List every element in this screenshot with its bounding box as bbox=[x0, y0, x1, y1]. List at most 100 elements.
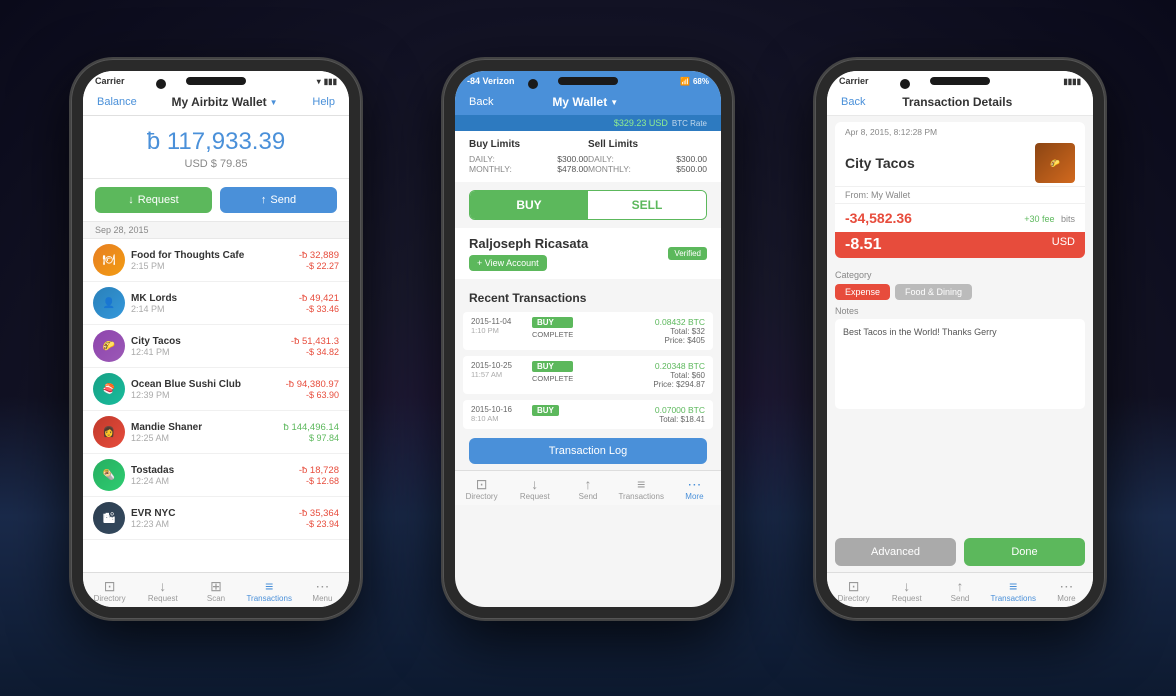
send-button[interactable]: ↑ Send bbox=[220, 187, 337, 213]
tx-info-3: Ocean Blue Sushi Club 12:39 PM bbox=[131, 379, 280, 400]
tx-info-6: EVR NYC 12:23 AM bbox=[131, 508, 293, 529]
tx-item-1[interactable]: 👤 MK Lords 2:14 PM -ƀ 49,421 -$ 33.46 bbox=[83, 282, 349, 325]
nav-request-2[interactable]: ↓ Request bbox=[508, 475, 561, 503]
phone2-bottom-nav: ⊡ Directory ↓ Request ↑ Send ≡ bbox=[455, 470, 721, 505]
tx-avatar-5: 🌯 bbox=[93, 459, 125, 491]
tx-name-1: MK Lords bbox=[131, 293, 293, 304]
detail-section: Apr 8, 2015, 8:12:28 PM City Tacos 🌮 Fro… bbox=[835, 122, 1085, 258]
sell-daily-label: DAILY: bbox=[588, 154, 614, 164]
tx-name-5: Tostadas bbox=[131, 465, 293, 476]
phone1-bottom-nav: ⊡ Directory ↓ Request ⊞ Scan ≡ bbox=[83, 572, 349, 607]
merchant-name: City Tacos bbox=[845, 155, 915, 171]
transaction-log-button[interactable]: Transaction Log bbox=[469, 438, 707, 464]
transactions-icon-2: ≡ bbox=[637, 477, 645, 491]
btc-amounts-2: 0.07000 BTC Total: $18.41 bbox=[655, 405, 705, 424]
nav-more-2[interactable]: ⋯ More bbox=[668, 475, 721, 503]
nav-menu-1[interactable]: ⋯ Menu bbox=[296, 577, 349, 605]
usd-amount: -8.51 bbox=[845, 236, 881, 254]
phone-1-shell: Carrier 10:32 PM ▾ ▮▮▮ Balance My Airbit… bbox=[71, 59, 361, 619]
tx-item-5[interactable]: 🌯 Tostadas 12:24 AM -ƀ 18,728 -$ 12.68 bbox=[83, 454, 349, 497]
tx-time-2: 12:41 PM bbox=[131, 347, 285, 357]
nav-help-link[interactable]: Help bbox=[312, 96, 335, 108]
tx-usd-2: -$ 34.82 bbox=[291, 347, 339, 357]
category-label: Category bbox=[835, 270, 1085, 280]
nav-scan-1[interactable]: ⊞ Scan bbox=[189, 577, 242, 605]
nav-directory-1[interactable]: ⊡ Directory bbox=[83, 577, 136, 605]
nav-request-1[interactable]: ↓ Request bbox=[136, 577, 189, 605]
time-1: 10:32 PM bbox=[201, 76, 240, 86]
tx-item-6[interactable]: 🏙 EVR NYC 12:23 AM -ƀ 35,364 -$ 23.94 bbox=[83, 497, 349, 540]
phone-1-screen: Carrier 10:32 PM ▾ ▮▮▮ Balance My Airbit… bbox=[83, 71, 349, 607]
btc-amounts-0: 0.08432 BTC Total: $32 Price: $405 bbox=[655, 317, 705, 345]
tx-amounts-6: -ƀ 35,364 -$ 23.94 bbox=[299, 508, 339, 529]
advanced-button[interactable]: Advanced bbox=[835, 538, 956, 566]
tx-btc-3: -ƀ 94,380.97 bbox=[286, 379, 339, 390]
merchant-image: 🌮 bbox=[1035, 143, 1075, 183]
nav-transactions-1[interactable]: ≡ Transactions bbox=[243, 577, 296, 605]
page-container: Detailed Transaction History Non-Custodi… bbox=[0, 0, 1176, 696]
nav-more-3[interactable]: ⋯ More bbox=[1040, 577, 1093, 605]
tx-avatar-1: 👤 bbox=[93, 287, 125, 319]
tx-time-1: 2:14 PM bbox=[131, 304, 293, 314]
status-icons-1: ▾ ▮▮▮ bbox=[317, 77, 337, 86]
view-account-button[interactable]: + View Account bbox=[469, 255, 547, 271]
user-section: Raljoseph Ricasata + View Account Verifi… bbox=[455, 228, 721, 279]
done-button[interactable]: Done bbox=[964, 538, 1085, 566]
food-tag[interactable]: Food & Dining bbox=[895, 284, 972, 300]
btc-balance: ƀ 117,933.39 bbox=[91, 128, 341, 156]
tx-avatar-6: 🏙 bbox=[93, 502, 125, 534]
btc-price: $329.23 USD bbox=[614, 118, 668, 128]
tx-item-3[interactable]: 🍣 Ocean Blue Sushi Club 12:39 PM -ƀ 94,3… bbox=[83, 368, 349, 411]
nav-transactions-3[interactable]: ≡ Transactions bbox=[987, 577, 1040, 605]
btc-tx-2[interactable]: 2015-10-16 8:10 AM BUY 0.07000 BTC Total… bbox=[463, 400, 713, 429]
tx-btc-1: -ƀ 49,421 bbox=[299, 293, 339, 304]
tx-info-5: Tostadas 12:24 AM bbox=[131, 465, 293, 486]
sell-monthly-row: MONTHLY: $500.00 bbox=[588, 164, 707, 174]
tx-time-5: 12:24 AM bbox=[131, 476, 293, 486]
tx-time-3: 12:39 PM bbox=[131, 390, 280, 400]
request-icon-3: ↓ bbox=[903, 579, 910, 593]
nav-request-3[interactable]: ↓ Request bbox=[880, 577, 933, 605]
buy-tab[interactable]: BUY bbox=[470, 191, 588, 219]
btc-tx-1[interactable]: 2015-10-25 11:57 AM BUY COMPLETE 0.20348… bbox=[463, 356, 713, 394]
usd-label: USD bbox=[1052, 236, 1075, 254]
nav-back-3[interactable]: Back bbox=[841, 96, 865, 108]
sell-limits-title: Sell Limits bbox=[588, 139, 707, 150]
tx-time-4: 12:25 AM bbox=[131, 433, 278, 443]
sell-tab[interactable]: SELL bbox=[588, 191, 706, 219]
phone-1: Carrier 10:32 PM ▾ ▮▮▮ Balance My Airbit… bbox=[71, 59, 361, 619]
usd-balance: USD $ 79.85 bbox=[91, 158, 341, 170]
status-icons-2: 📶 68% bbox=[680, 77, 709, 86]
buy-daily-row: DAILY: $300.00 bbox=[469, 154, 588, 164]
tx-item-2[interactable]: 🌮 City Tacos 12:41 PM -ƀ 51,431.3 -$ 34.… bbox=[83, 325, 349, 368]
tx-btc-6: -ƀ 35,364 bbox=[299, 508, 339, 519]
nav-title-3: Transaction Details bbox=[902, 95, 1012, 109]
request-button[interactable]: ↓ Request bbox=[95, 187, 212, 213]
tx-usd-6: -$ 23.94 bbox=[299, 519, 339, 529]
sell-monthly-amount: $500.00 bbox=[676, 164, 707, 174]
nav-directory-2[interactable]: ⊡ Directory bbox=[455, 475, 508, 503]
nav-send-2[interactable]: ↑ Send bbox=[561, 475, 614, 503]
wifi-icon: ▾ bbox=[317, 77, 321, 86]
tx-item-0[interactable]: 🍽 Food for Thoughts Cafe 2:15 PM -ƀ 32,8… bbox=[83, 239, 349, 282]
nav-balance-link[interactable]: Balance bbox=[97, 96, 137, 108]
btc-tx-0[interactable]: 2015-11-04 1:10 PM BUY COMPLETE 0.08432 … bbox=[463, 312, 713, 350]
tx-name-3: Ocean Blue Sushi Club bbox=[131, 379, 280, 390]
btc-date-2: 2015-10-16 8:10 AM bbox=[471, 405, 526, 423]
nav-back-2[interactable]: Back bbox=[469, 96, 493, 108]
send-arrow-icon: ↑ bbox=[261, 194, 267, 206]
tx-item-4[interactable]: 👩 Mandie Shaner 12:25 AM ƀ 144,496.14 $ … bbox=[83, 411, 349, 454]
more-icon-3: ⋯ bbox=[1059, 579, 1073, 593]
recent-tx-header: Recent Transactions bbox=[455, 285, 721, 309]
directory-icon: ⊡ bbox=[104, 579, 116, 593]
nav-directory-3[interactable]: ⊡ Directory bbox=[827, 577, 880, 605]
directory-icon-2: ⊡ bbox=[476, 477, 488, 491]
notes-box[interactable]: Best Tacos in the World! Thanks Gerry bbox=[835, 319, 1085, 409]
btc-date-1: 2015-10-25 11:57 AM bbox=[471, 361, 526, 379]
buy-limits-col: Buy Limits DAILY: $300.00 MONTHLY: $478.… bbox=[469, 139, 588, 174]
expense-tag[interactable]: Expense bbox=[835, 284, 890, 300]
buy-daily-amount: $300.00 bbox=[557, 154, 588, 164]
category-tags: Expense Food & Dining bbox=[835, 284, 1085, 300]
nav-transactions-2[interactable]: ≡ Transactions bbox=[615, 475, 668, 503]
nav-send-3[interactable]: ↑ Send bbox=[933, 577, 986, 605]
